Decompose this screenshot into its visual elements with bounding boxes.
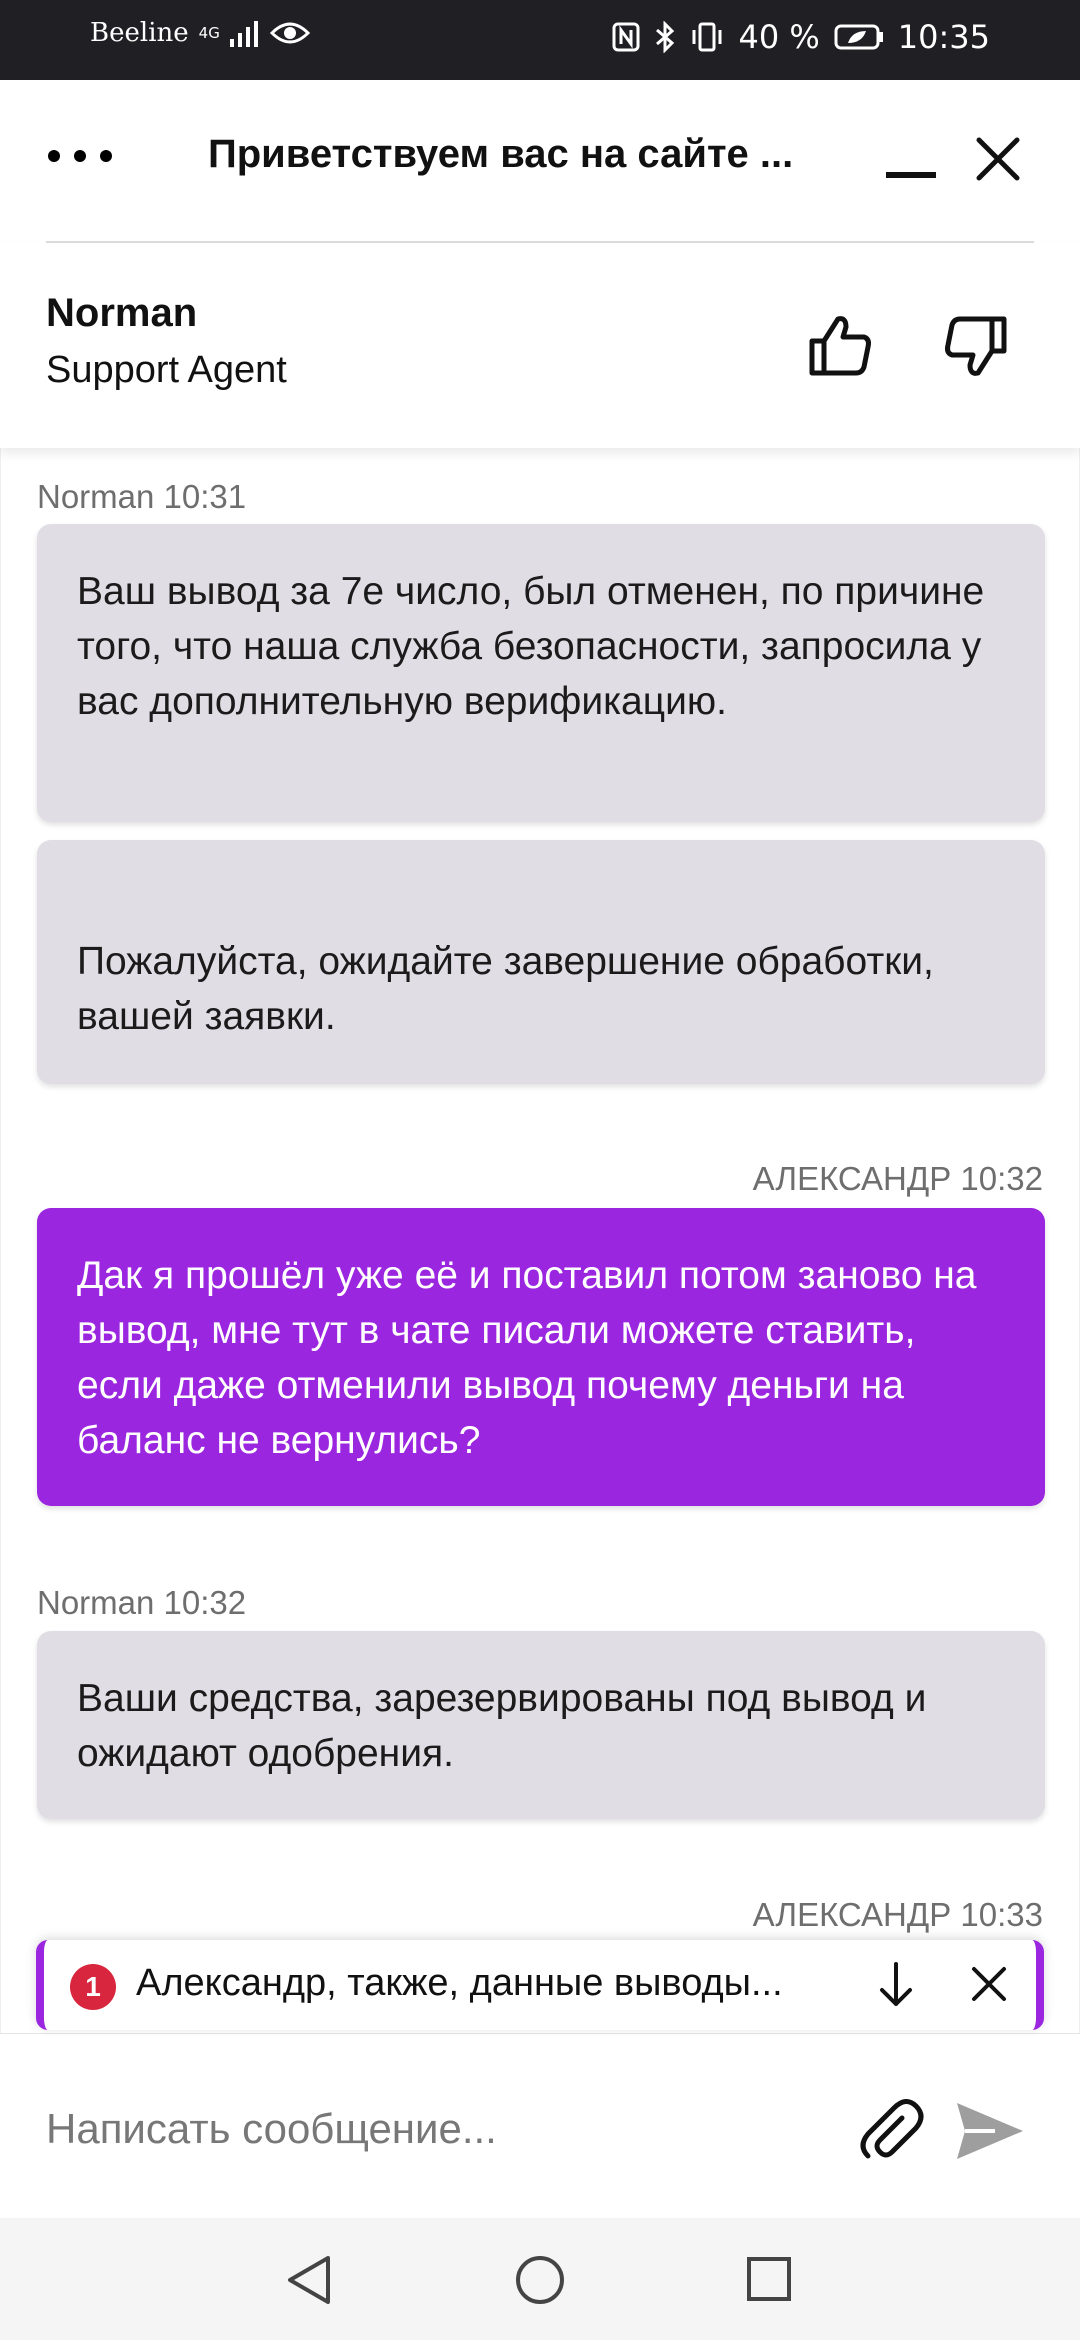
status-left: Beeline 4G: [90, 18, 310, 48]
notification-preview-text[interactable]: Александр, также, данные выводы...: [136, 1962, 906, 2005]
new-message-notification[interactable]: 1 Александр, также, данные выводы...: [36, 1940, 1044, 2030]
battery-icon: [834, 24, 883, 50]
agent-name: Norman: [46, 291, 198, 335]
send-icon[interactable]: [955, 2099, 1025, 2163]
back-icon[interactable]: [284, 2254, 334, 2306]
agent-message: Ваш вывод за 7е число, был отменен, по п…: [37, 524, 1045, 822]
nfc-icon: [612, 22, 640, 52]
status-bar: Beeline 4G 40 % 10:35: [0, 0, 1080, 80]
recent-apps-icon[interactable]: [746, 2256, 792, 2302]
agent-message: Пожалуйста, ожидайте завершение обработк…: [37, 840, 1045, 1084]
minimize-button[interactable]: [886, 172, 936, 178]
unread-count-badge: 1: [70, 1964, 116, 2010]
agent-message: Ваши средства, зарезервированы под вывод…: [37, 1631, 1045, 1819]
agent-info-bar: Norman Support Agent: [0, 243, 1080, 448]
clock: 10:35: [897, 18, 990, 56]
thumbs-down-icon[interactable]: [940, 311, 1010, 381]
message-meta: Norman 10:31: [37, 478, 247, 515]
close-icon[interactable]: [969, 1964, 1009, 2004]
agent-role: Support Agent: [46, 349, 287, 391]
eye-icon: [269, 22, 310, 44]
message-composer: [0, 2033, 1080, 2218]
chat-transcript[interactable]: Norman 10:31 Ваш вывод за 7е число, был …: [0, 448, 1080, 2033]
chat-title: Приветствуем вас на сайте ...: [208, 132, 794, 176]
message-input[interactable]: [46, 2094, 846, 2164]
close-icon[interactable]: [975, 136, 1021, 182]
system-nav-bar: [0, 2218, 1080, 2340]
vibrate-icon: [692, 22, 722, 52]
paperclip-icon[interactable]: [856, 2096, 926, 2166]
signal-icon: [229, 21, 258, 47]
user-message: Дак я прошёл уже её и поставил потом зан…: [37, 1208, 1045, 1506]
status-right: 40 % 10:35: [612, 18, 990, 56]
chat-header: Приветствуем вас на сайте ...: [0, 80, 1080, 244]
bluetooth-icon: [656, 21, 675, 53]
home-icon[interactable]: [514, 2254, 566, 2306]
screen: Beeline 4G 40 % 10:35 Приветствуем вас н…: [0, 0, 1080, 2340]
message-meta: АЛЕКСАНДР 10:32: [752, 1160, 1043, 1197]
thumbs-up-icon[interactable]: [806, 311, 876, 381]
carrier-label: Beeline: [90, 18, 189, 48]
arrow-down-icon[interactable]: [874, 1960, 918, 2010]
more-options-icon[interactable]: [48, 150, 114, 170]
message-meta: АЛЕКСАНДР 10:33: [752, 1896, 1043, 1933]
battery-percent: 40 %: [738, 18, 820, 56]
network-type-label: 4G: [198, 23, 220, 42]
message-meta: Norman 10:32: [37, 1584, 247, 1621]
